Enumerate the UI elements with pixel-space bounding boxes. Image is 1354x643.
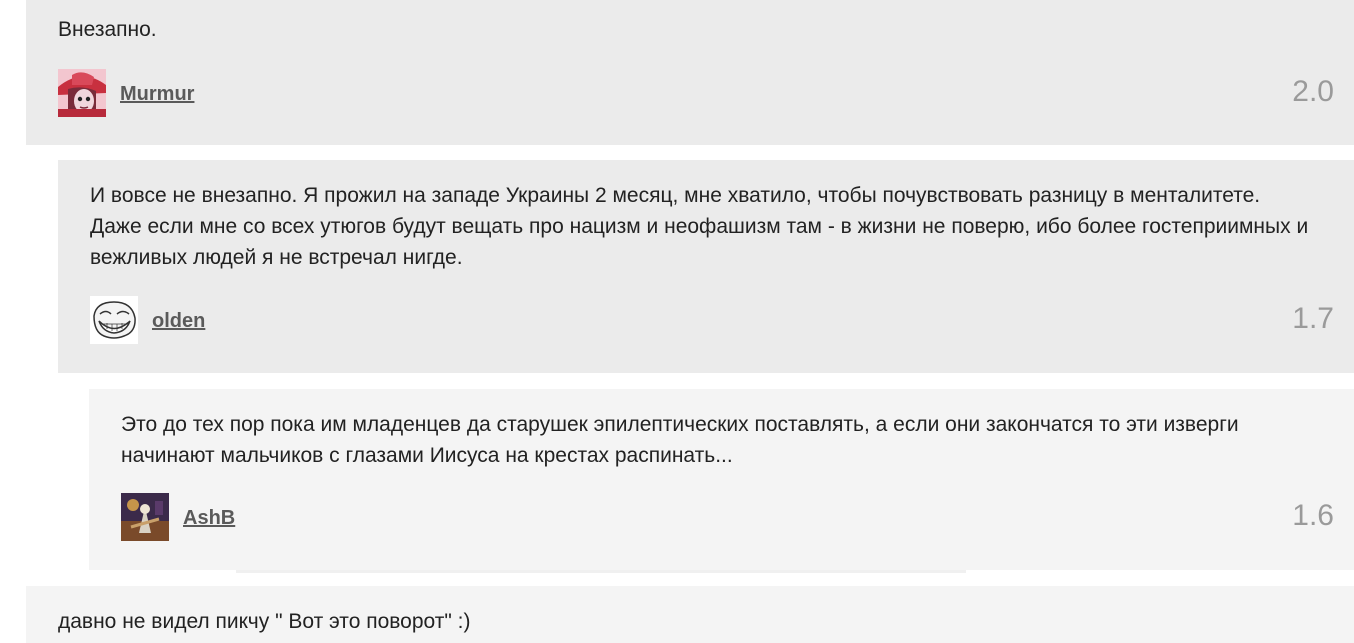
author-link[interactable]: olden (152, 310, 205, 333)
comment-rating: 1.7 (1292, 302, 1334, 335)
divider (236, 570, 966, 573)
comment-rating: 2.0 (1292, 75, 1334, 108)
trollface-avatar-icon[interactable] (90, 296, 138, 344)
comment: И вовсе не внезапно. Я прожил на западе … (58, 160, 1354, 373)
author-link[interactable]: Murmur (120, 83, 194, 106)
comment-meta: Murmur 2.0 (58, 69, 1334, 119)
comment-text: И вовсе не внезапно. Я прожил на западе … (90, 184, 1309, 269)
comment-rating: 1.6 (1292, 499, 1334, 532)
comment: давно не видел пикчу " Вот это поворот" … (26, 586, 1354, 643)
comment: Внезапно. Murmur 2.0 (26, 0, 1354, 145)
author-link[interactable]: AshB (183, 507, 235, 530)
comment-meta: olden 1.7 (90, 296, 1334, 346)
murmur-avatar-icon[interactable] (58, 69, 106, 117)
ashb-avatar-icon[interactable] (121, 493, 169, 541)
comment-text: Это до тех пор пока им младенцев да стар… (121, 413, 1239, 467)
comment: Это до тех пор пока им младенцев да стар… (89, 389, 1354, 570)
comment-text: Внезапно. (58, 18, 157, 41)
comment-text: давно не видел пикчу " Вот это поворот" … (58, 610, 471, 633)
comment-meta: AshB 1.6 (121, 493, 1334, 543)
comments-thread: Внезапно. Murmur 2.0 И вовсе не внезапно… (0, 0, 1354, 643)
